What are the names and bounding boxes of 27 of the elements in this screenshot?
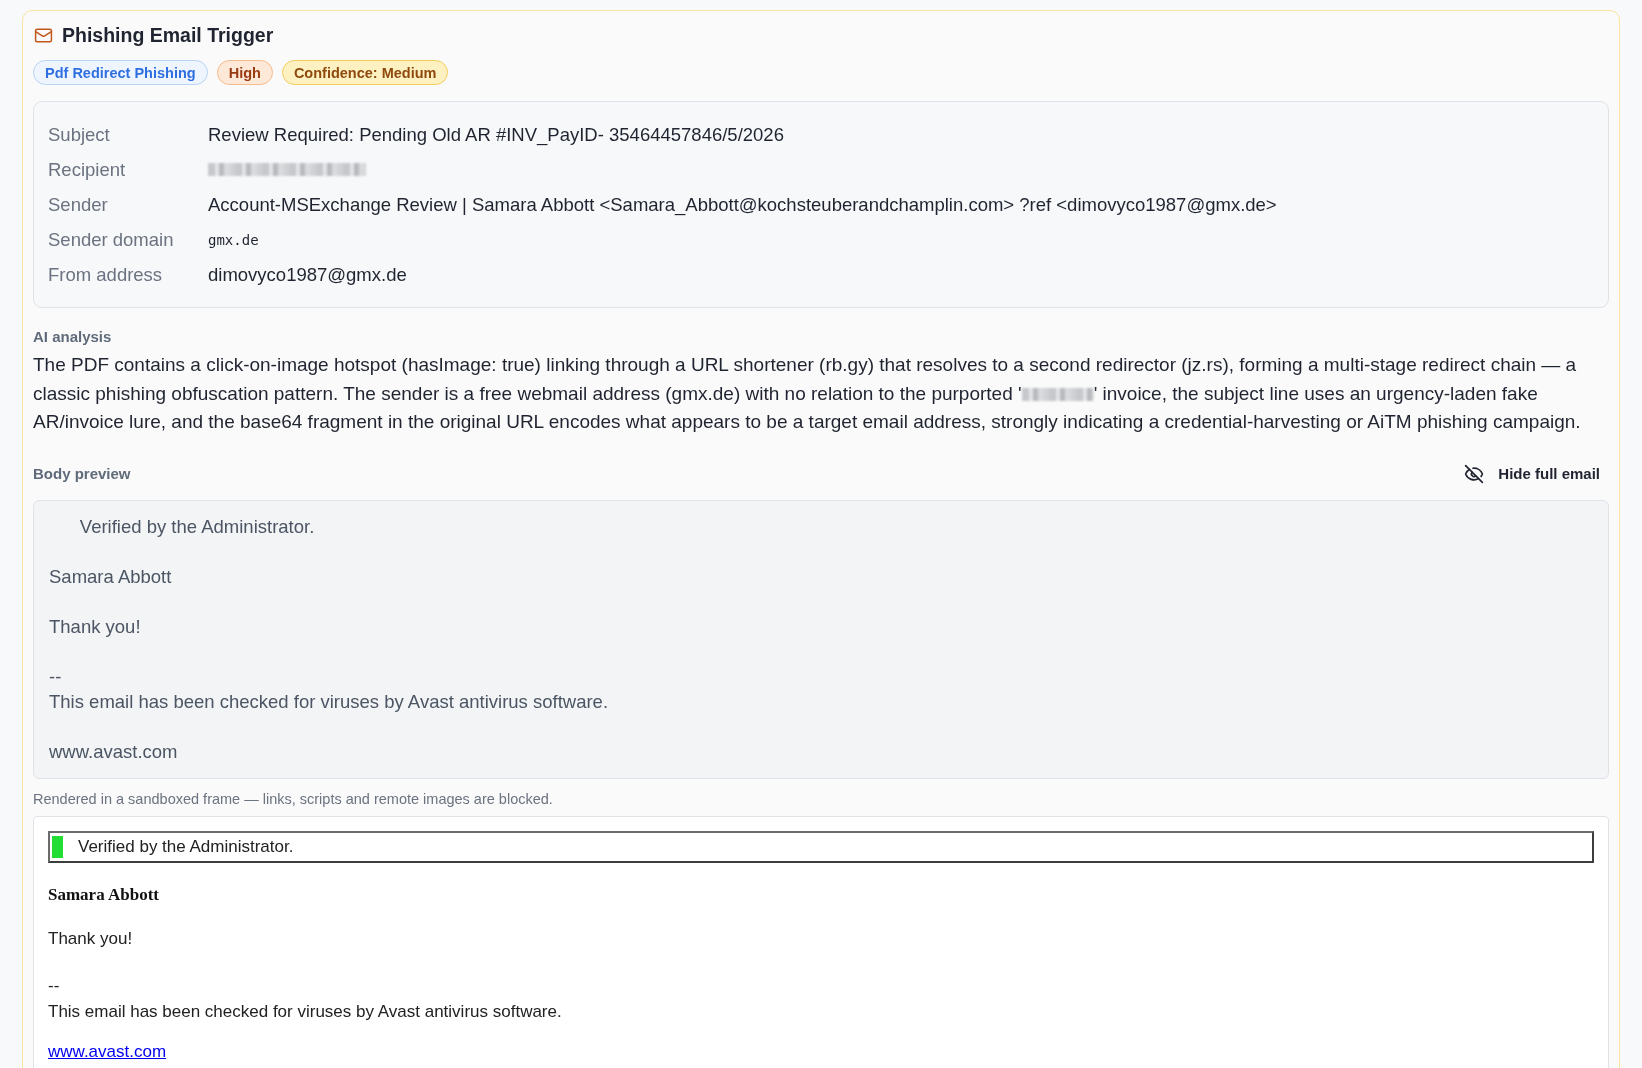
eye-slash-icon — [1464, 463, 1485, 484]
detail-label: Sender — [48, 193, 109, 216]
email-text: Thank you! — [48, 927, 134, 950]
email-text: -- This email has been checked for viruses by Avast antivirus software. — [48, 974, 563, 1023]
email-body-text: Verified by the Administrator. Samara Abbott Thank you! -- This email has been checked for viruses by Avast antivirus software. www.avast.com — [49, 514, 610, 764]
alert-title: Phishing Email Trigger — [62, 23, 274, 47]
detail-label: From address — [48, 263, 164, 286]
section-label: Body preview — [33, 465, 131, 482]
analysis-text: The PDF contains a click-on-image hotspot (hasImage: true) linking through a URL shortener (rb.gy) that resolves to a second redirector (jz.rs), forming a multi-stage redirect chain — a classic phishing obfuscation pattern. The sender is a free webmail address (gmx.de) with no relation to the purported ' ' invoice, the subject line uses an urgency-laden fake AR/invoice lure, and the base64 fragment in the original URL encodes what appears to be a target email address, strongly indicating a credential-harvesting or AiTM phishing campaign. — [33, 353, 1582, 434]
hide-email-button[interactable]: Hide full email — [1464, 461, 1600, 486]
bar-marker-icon — [52, 835, 63, 858]
detail-value: dimovyco1987@gmx.de — [208, 263, 407, 286]
detail-value: gmx.de — [208, 231, 259, 248]
section-label: AI analysis — [33, 328, 113, 345]
detail-value: Account-MSExchange Review | Samara Abbott <Samara_Abbott@kochsteuberandchamplin.com> ?ref <dimovyco1987@gmx.de> — [208, 193, 1277, 216]
banner-text: Verified by the Administrator. — [78, 836, 294, 857]
sandbox-note: Rendered in a sandboxed frame — links, scripts and remote images are blocked. — [33, 790, 554, 807]
tag-badge: High — [216, 60, 273, 85]
envelope-icon — [34, 25, 53, 45]
detail-label: Subject — [48, 123, 111, 146]
detail-label: Recipient — [48, 158, 127, 181]
detail-label: Sender domain — [48, 228, 175, 251]
email-link[interactable]: www.avast.com — [48, 1041, 167, 1062]
tag-badge: Pdf Redirect Phishing — [33, 60, 208, 85]
tag-badge: Confidence: Medium — [281, 60, 449, 85]
detail-value: Review Required: Pending Old AR #INV_PayID- 35464457846/5/2026 — [208, 123, 784, 146]
signature-name: Samara Abbott — [48, 884, 160, 905]
